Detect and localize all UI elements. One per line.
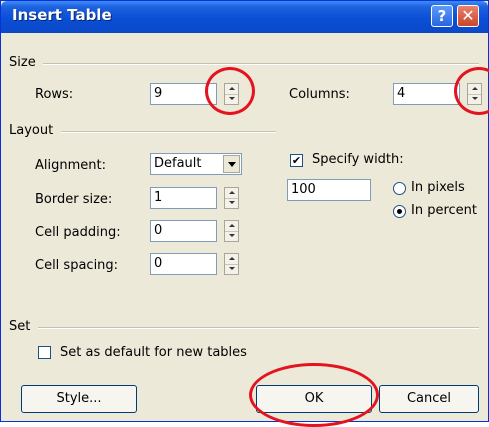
alignment-label: Alignment: [35,158,106,173]
style-button[interactable]: Style... [21,385,137,413]
padding-down-arrow-icon[interactable] [225,231,238,241]
in-percent-label: In percent [411,203,477,218]
set-section-label: Set [9,319,31,334]
columns-input[interactable]: 4 [393,83,460,105]
border-size-label: Border size: [35,192,113,207]
window-title: Insert Table [12,6,112,24]
cancel-button[interactable]: Cancel [379,385,479,413]
cell-spacing-spinner[interactable] [224,253,239,275]
insert-table-dialog: Insert Table ? ✕ Size Rows: 9 Columns: 4… [0,0,489,427]
title-bar[interactable]: Insert Table ? ✕ [1,1,488,33]
in-pixels-label: In pixels [411,180,465,195]
size-divider [43,63,479,65]
cell-padding-spinner[interactable] [224,220,239,242]
border-size-input[interactable]: 1 [150,187,217,209]
set-default-checkbox[interactable] [38,346,51,359]
size-section-label: Size [9,55,36,70]
in-percent-radio[interactable] [393,205,406,218]
rows-label: Rows: [35,87,74,102]
chevron-down-icon[interactable] [223,155,240,173]
ok-button-highlight [249,363,379,427]
cell-padding-label: Cell padding: [35,225,121,240]
width-input[interactable]: 100 [287,179,371,201]
alignment-select[interactable]: Default [150,153,242,175]
set-divider [38,327,479,329]
set-default-label: Set as default for new tables [60,345,247,360]
rows-spinner-highlight [205,67,255,115]
alignment-value: Default [154,156,202,171]
columns-label: Columns: [289,87,350,102]
cell-padding-input[interactable]: 0 [150,220,217,242]
in-pixels-radio[interactable] [393,182,406,195]
layout-section-label: Layout [9,123,54,138]
specify-width-checkbox[interactable]: ✔ [290,154,303,167]
specify-width-label: Specify width: [312,152,404,167]
cell-spacing-label: Cell spacing: [35,258,119,273]
layout-divider [61,131,276,133]
help-icon[interactable]: ? [431,5,453,27]
border-size-spinner[interactable] [224,187,239,209]
spacing-down-arrow-icon[interactable] [225,264,238,274]
close-icon[interactable]: ✕ [457,5,479,27]
cell-spacing-input[interactable]: 0 [150,253,217,275]
border-down-arrow-icon[interactable] [225,198,238,208]
columns-spinner-highlight [454,67,489,115]
